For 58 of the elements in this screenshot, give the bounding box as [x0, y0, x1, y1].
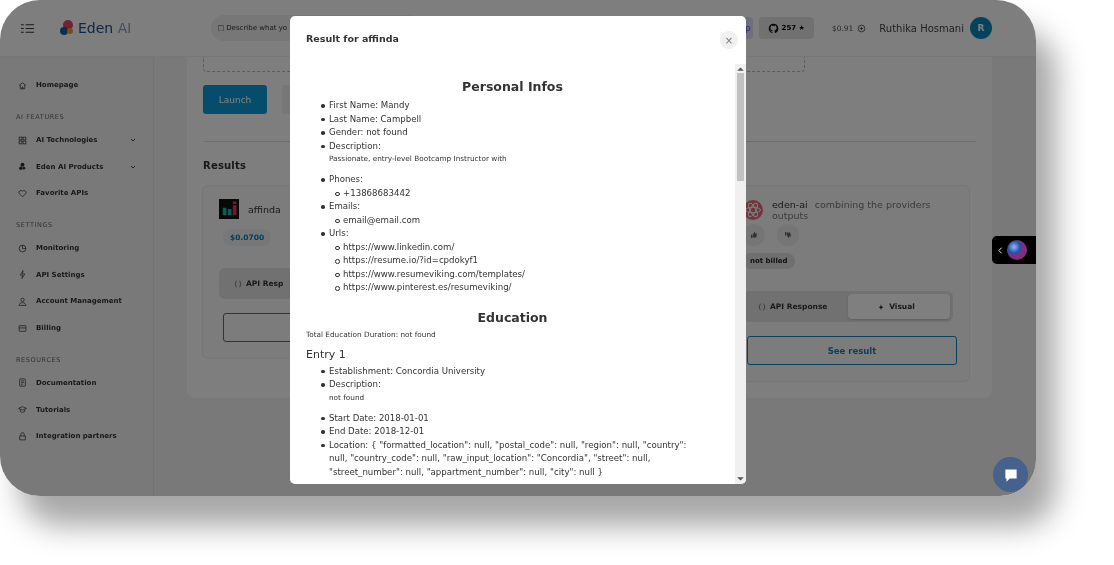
- bag-icon: [18, 431, 27, 441]
- user-avatar[interactable]: R: [970, 17, 992, 39]
- logo-icon: [59, 19, 75, 37]
- scrollbar[interactable]: [735, 64, 746, 484]
- list-item: Gender: not found: [320, 126, 408, 140]
- document-icon: [18, 378, 27, 388]
- list-item: +13868683442: [334, 186, 411, 200]
- list-item: https://www.resumeviking.com/templates/: [334, 267, 525, 281]
- orb-icon: [1007, 240, 1027, 260]
- list-item: Establishment: Concordia University: [320, 364, 486, 378]
- list-item: Urls:: [320, 227, 349, 241]
- list-item: Description:: [320, 378, 381, 392]
- provider-name: affinda: [248, 203, 281, 215]
- thumbs-down-icon: [784, 231, 792, 239]
- blob-icon: [18, 162, 27, 172]
- list-item: Last Name: Campbell: [320, 112, 422, 126]
- scroll-down-icon: [735, 475, 746, 484]
- thumbs-up-icon: [750, 231, 758, 239]
- chevron-left-icon: [996, 245, 1005, 255]
- logo-text: Eden AI: [78, 20, 132, 36]
- entry-heading: Entry 1: [306, 347, 347, 361]
- provider-heading: eden-ai combining the providers outputs: [772, 199, 932, 221]
- graduation-cap-icon: [18, 405, 27, 415]
- list-item: email@email.com: [334, 213, 421, 227]
- github-icon: [767, 22, 779, 34]
- heart-icon: [18, 188, 27, 198]
- list-item: Location: { "formatted_location": null, "postal_code": null, "region": null, "country": null, "country_code": null, "raw_input_location": "Concordia", "street": null, "street_number": null, "appartment_number": null, "city": null }: [320, 438, 707, 479]
- list-item: First Name: Mandy: [320, 99, 410, 113]
- results-heading: Results: [203, 160, 248, 171]
- plus-circle-icon[interactable]: [857, 23, 867, 33]
- pie-chart-icon: [18, 243, 27, 253]
- thumbs-down-button[interactable]: [777, 224, 799, 246]
- provider-logo: [219, 199, 239, 219]
- dialog-title: Result for affinda: [306, 33, 399, 44]
- person-icon: [18, 296, 27, 306]
- assistant-tab[interactable]: [992, 236, 1036, 264]
- scrollbar-thumb[interactable]: [737, 73, 744, 181]
- section-heading: Personal Infos: [461, 79, 564, 94]
- section-heading: Education: [476, 309, 549, 325]
- list-item: Start Date: 2018-01-01: [320, 411, 429, 425]
- home-icon: [18, 80, 27, 90]
- close-button[interactable]: ×: [720, 31, 738, 49]
- braces-icon: [758, 302, 766, 311]
- list-item: https://www.pinterest.es/resumeviking/: [334, 281, 512, 295]
- card-icon: [18, 323, 27, 333]
- list-item: End Date: 2018-12-01: [320, 425, 425, 439]
- braces-icon: [234, 279, 242, 288]
- see-result-button[interactable]: See result: [747, 336, 957, 365]
- list-item: https://resume.io/?id=cpdokyf1: [334, 254, 479, 268]
- list-item: Description:: [320, 139, 381, 153]
- grid-icon: [18, 135, 27, 145]
- bolt-icon: [18, 270, 27, 280]
- list-item: Emails:: [320, 200, 361, 214]
- user-name: Ruthika Hosmani: [879, 22, 964, 34]
- list-item: https://www.linkedin.com/: [334, 240, 455, 254]
- scroll-up-icon: [735, 64, 746, 73]
- launch-button[interactable]: Launch: [203, 85, 267, 114]
- list-item: Phones:: [320, 173, 363, 187]
